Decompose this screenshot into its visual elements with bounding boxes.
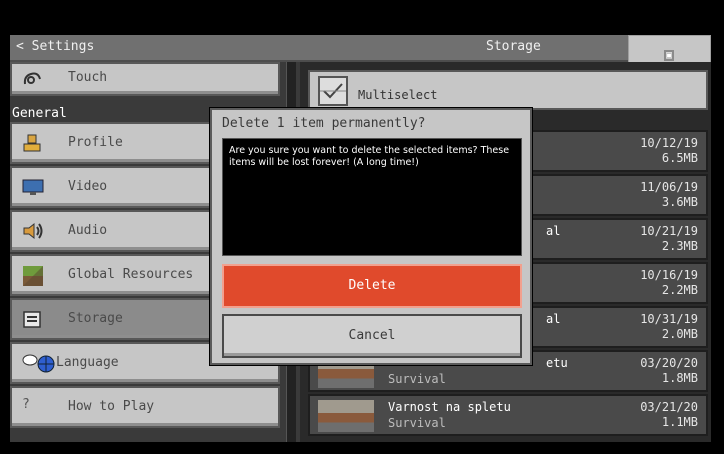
image-icon: ▣	[664, 50, 675, 61]
world-thumbnail	[318, 400, 374, 432]
sidebar-item-label: Global Resources	[68, 267, 194, 282]
monitor-icon	[22, 177, 44, 195]
sidebar-item-label: Profile	[68, 135, 123, 150]
page-title: Storage	[486, 39, 541, 54]
world-date: 10/31/19	[640, 312, 698, 326]
world-name: al	[546, 312, 561, 326]
world-date: 10/21/19	[640, 224, 698, 238]
world-name: al	[546, 224, 561, 238]
delete-confirmation-dialog: Delete 1 item permanently? Are you sure …	[210, 108, 532, 365]
globe-icon	[22, 353, 56, 373]
sidebar-item-label: Language	[56, 355, 119, 370]
dialog-message: Are you sure you want to delete the sele…	[229, 145, 510, 168]
sidebar-item-label: Video	[68, 179, 108, 194]
sidebar-item-label: Touch	[68, 70, 108, 85]
resource-pack-icon	[22, 265, 43, 286]
multiselect-toggle[interactable]: Multiselect	[308, 70, 708, 110]
world-name: etu	[546, 356, 568, 370]
sidebar-item-touch[interactable]: Touch	[10, 62, 280, 96]
sidebar-item-label: Storage	[68, 311, 123, 326]
world-name: Varnost na spletu	[388, 400, 511, 414]
back-button[interactable]: < Settings	[16, 39, 94, 54]
world-row[interactable]: Varnost na spletu Survival 03/21/20 1.1M…	[308, 394, 708, 436]
world-mode: Survival	[388, 372, 446, 386]
world-date: 03/21/20	[640, 400, 698, 414]
cancel-button[interactable]: Cancel	[222, 314, 522, 358]
sidebar-item-how-to-play[interactable]: ? How to Play	[10, 386, 280, 428]
world-size: 2.3MB	[661, 239, 698, 253]
world-size: 2.0MB	[661, 327, 698, 341]
dialog-message-box: Are you sure you want to delete the sele…	[222, 138, 522, 256]
world-date: 10/16/19	[640, 268, 698, 282]
multiselect-label: Multiselect	[358, 88, 438, 102]
top-black-bar	[0, 0, 724, 35]
world-size: 1.8MB	[661, 371, 698, 385]
sidebar-item-label: How to Play	[68, 399, 155, 414]
sidebar-item-label: Audio	[68, 223, 108, 238]
question-icon: ?	[22, 397, 30, 412]
section-label-general: General	[12, 106, 67, 121]
bottom-black-bar	[0, 442, 724, 454]
world-date: 11/06/19	[640, 180, 698, 194]
world-date: 10/12/19	[640, 136, 698, 150]
checkbox-icon	[318, 76, 348, 106]
delete-button[interactable]: Delete	[222, 264, 522, 308]
world-size: 3.6MB	[661, 195, 698, 209]
world-mode: Survival	[388, 416, 446, 430]
header-bar: < Settings Storage	[10, 35, 628, 62]
profile-icon	[22, 133, 42, 152]
folder-icon	[22, 309, 42, 328]
speaker-icon	[22, 221, 43, 240]
world-size: 2.2MB	[661, 283, 698, 297]
world-date: 03/20/20	[640, 356, 698, 370]
dialog-title: Delete 1 item permanently?	[222, 116, 426, 131]
world-size: 1.1MB	[661, 415, 698, 429]
touch-icon	[22, 70, 42, 88]
world-size: 6.5MB	[661, 151, 698, 165]
